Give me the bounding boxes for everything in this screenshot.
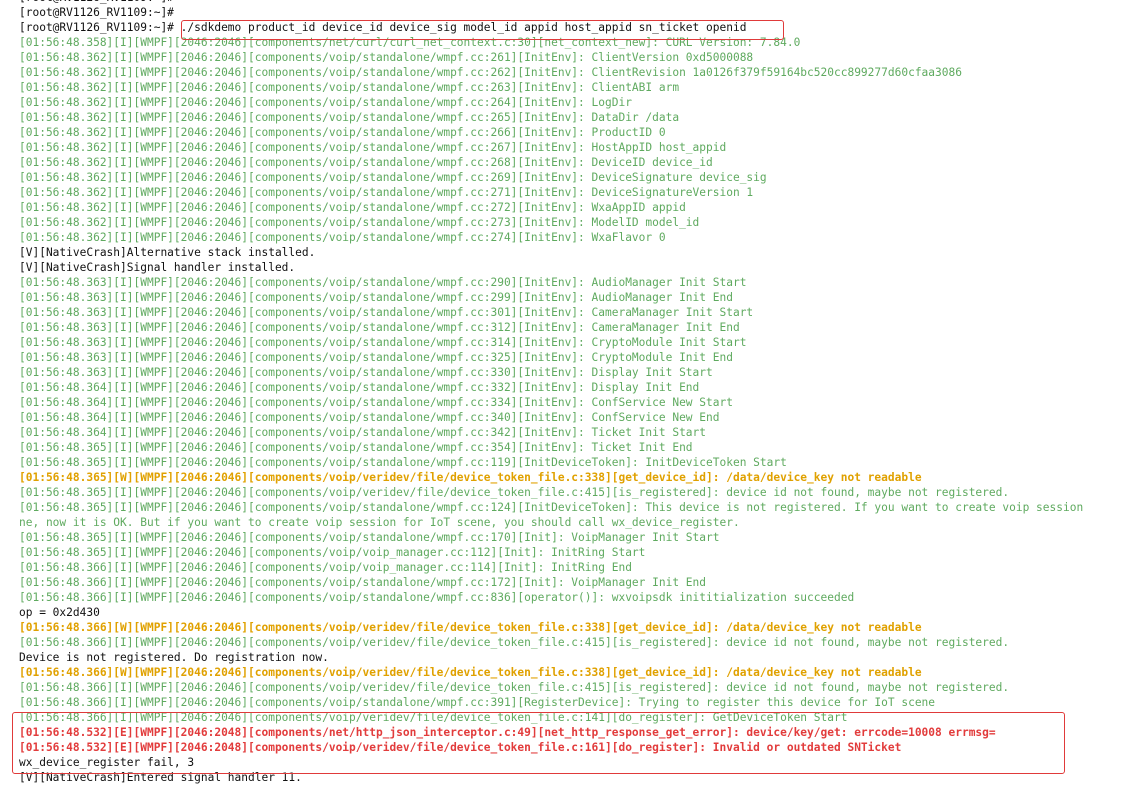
log-line-info: [01:56:48.363][I][WMPF][2046:2046][compo…	[19, 291, 733, 304]
log-line-warn: [01:56:48.366][W][WMPF][2046:2046][compo…	[19, 621, 922, 634]
log-line-info: [01:56:48.362][I][WMPF][2046:2046][compo…	[19, 96, 632, 109]
log-line-err: [01:56:48.532][E][WMPF][2046:2048][compo…	[19, 741, 902, 754]
log-line-info: [01:56:48.364][I][WMPF][2046:2046][compo…	[19, 396, 733, 409]
log-line-info: [01:56:48.362][I][WMPF][2046:2046][compo…	[19, 51, 754, 64]
terminal-window[interactable]: [root@RV1126_RV1109:~]# [root@RV1126_RV11…	[0, 0, 1121, 789]
log-line-info: [01:56:48.366][I][WMPF][2046:2046][compo…	[19, 576, 707, 589]
log-line-info: [01:56:48.363][I][WMPF][2046:2046][compo…	[19, 306, 754, 319]
log-line-plain: [V][NativeCrash]Alternative stack instal…	[19, 246, 316, 259]
log-line-info: [01:56:48.363][I][WMPF][2046:2046][compo…	[19, 366, 713, 379]
log-line-info: [01:56:48.366][I][WMPF][2046:2046][compo…	[19, 681, 1010, 694]
log-line-plain: [V][NativeCrash]Signal handler installed…	[19, 261, 296, 274]
log-line-info: [01:56:48.362][I][WMPF][2046:2046][compo…	[19, 81, 680, 94]
log-line-info: [01:56:48.364][I][WMPF][2046:2046][compo…	[19, 426, 707, 439]
log-line-plain: [V][NativeCrash]Entered signal handler 1…	[19, 771, 302, 784]
log-line-plain: [root@RV1126_RV1109:~]# ./sdkdemo produc…	[19, 21, 747, 34]
log-line-info: [01:56:48.366][I][WMPF][2046:2046][compo…	[19, 636, 1010, 649]
log-line-err: [01:56:48.532][E][WMPF][2046:2048][compo…	[19, 726, 996, 739]
log-line-info: [01:56:48.363][I][WMPF][2046:2046][compo…	[19, 276, 747, 289]
log-line-info: [01:56:48.362][I][WMPF][2046:2046][compo…	[19, 111, 680, 124]
log-line-plain: Device is not registered. Do registratio…	[19, 651, 329, 664]
log-line-info: [01:56:48.364][I][WMPF][2046:2046][compo…	[19, 381, 700, 394]
log-line-info: [01:56:48.366][I][WMPF][2046:2046][compo…	[19, 711, 848, 724]
log-line-info: [01:56:48.358][I][WMPF][2046:2046][compo…	[19, 36, 801, 49]
log-line-info: [01:56:48.363][I][WMPF][2046:2046][compo…	[19, 321, 740, 334]
log-line-info: [01:56:48.366][I][WMPF][2046:2046][compo…	[19, 696, 936, 709]
log-line-info: [01:56:48.362][I][WMPF][2046:2046][compo…	[19, 66, 962, 79]
log-line-info: [01:56:48.366][I][WMPF][2046:2046][compo…	[19, 591, 855, 604]
log-line-plain: [root@RV1126_RV1109:~]#	[19, 6, 174, 19]
log-line-info: [01:56:48.365][I][WMPF][2046:2046][compo…	[19, 501, 1084, 514]
log-line-info: [01:56:48.362][I][WMPF][2046:2046][compo…	[19, 126, 666, 139]
log-line-info: [01:56:48.364][I][WMPF][2046:2046][compo…	[19, 411, 720, 424]
log-line-info: [01:56:48.365][I][WMPF][2046:2046][compo…	[19, 546, 646, 559]
log-line-info: [01:56:48.365][I][WMPF][2046:2046][compo…	[19, 456, 787, 469]
log-line-info: [01:56:48.363][I][WMPF][2046:2046][compo…	[19, 351, 733, 364]
log-line-info: [01:56:48.363][I][WMPF][2046:2046][compo…	[19, 336, 747, 349]
log-line-info: [01:56:48.365][I][WMPF][2046:2046][compo…	[19, 441, 693, 454]
log-line-info: [01:56:48.362][I][WMPF][2046:2046][compo…	[19, 216, 700, 229]
terminal-output: [root@RV1126_RV1109:~]# [root@RV1126_RV11…	[19, 0, 1083, 785]
log-line-info: [01:56:48.362][I][WMPF][2046:2046][compo…	[19, 171, 767, 184]
log-line-info: [01:56:48.362][I][WMPF][2046:2046][compo…	[19, 141, 727, 154]
log-line-plain: op = 0x2d430	[19, 606, 100, 619]
log-line-info: [01:56:48.365][I][WMPF][2046:2046][compo…	[19, 531, 720, 544]
log-line-info: [01:56:48.362][I][WMPF][2046:2046][compo…	[19, 186, 754, 199]
log-line-info: [01:56:48.362][I][WMPF][2046:2046][compo…	[19, 231, 666, 244]
log-line-info: [01:56:48.362][I][WMPF][2046:2046][compo…	[19, 156, 713, 169]
log-line-warn: [01:56:48.366][W][WMPF][2046:2046][compo…	[19, 666, 922, 679]
log-line-warn: [01:56:48.365][W][WMPF][2046:2046][compo…	[19, 471, 922, 484]
log-line-plain: wx_device_register fail, 3	[19, 756, 195, 769]
log-line-info: ne, now it is OK. But if you want to cre…	[19, 516, 740, 529]
log-line-info: [01:56:48.366][I][WMPF][2046:2046][compo…	[19, 561, 632, 574]
log-line-info: [01:56:48.362][I][WMPF][2046:2046][compo…	[19, 201, 686, 214]
log-line-info: [01:56:48.365][I][WMPF][2046:2046][compo…	[19, 486, 1010, 499]
